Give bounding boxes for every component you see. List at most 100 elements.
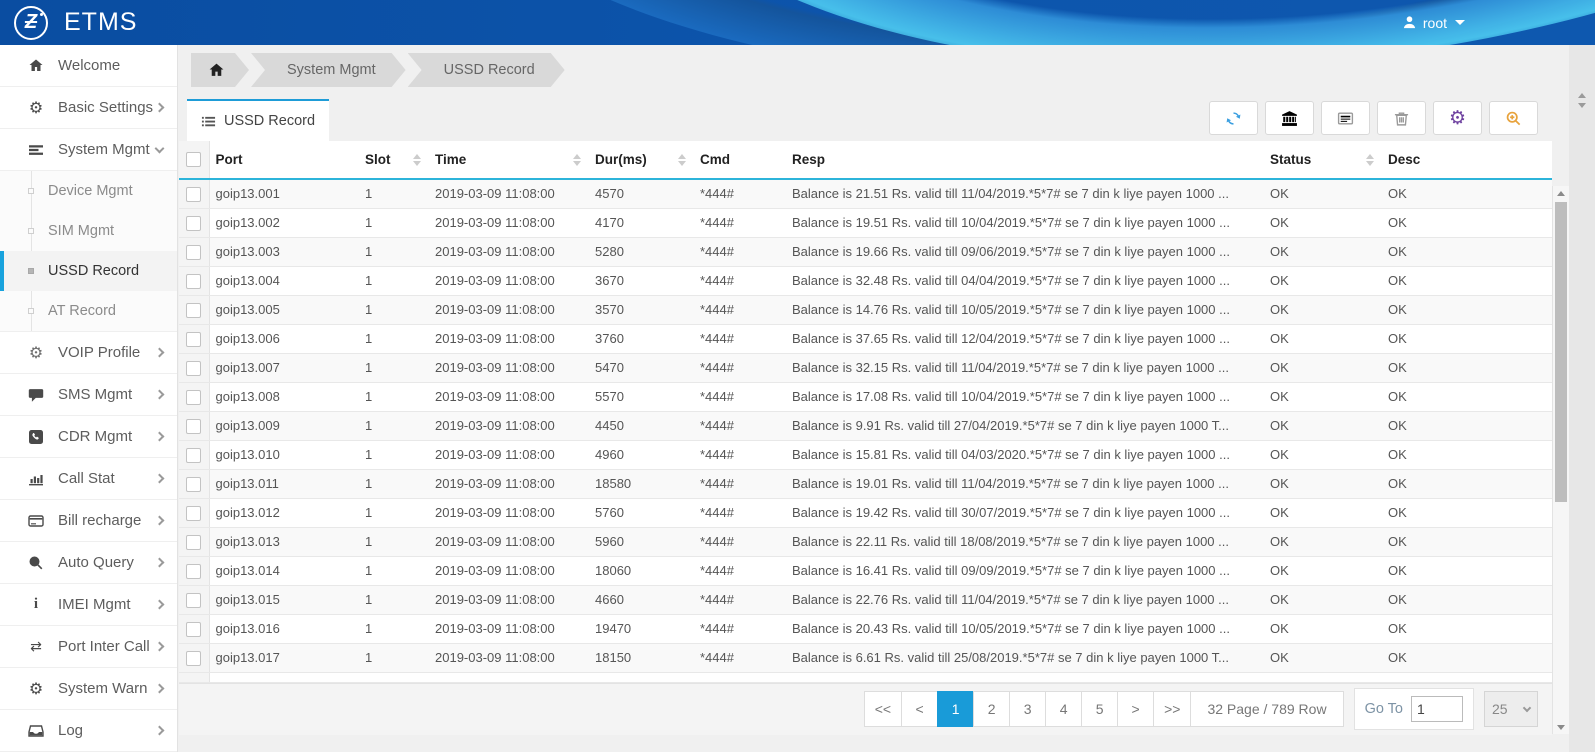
sidebar-item-at-record[interactable]: AT Record [0, 291, 177, 331]
page-button-4[interactable]: 4 [1045, 691, 1083, 727]
table-scrollbar[interactable] [1552, 186, 1569, 734]
cell-slot: 1 [359, 498, 429, 528]
prev-page-button[interactable]: < [901, 691, 939, 727]
row-checkbox[interactable] [186, 215, 202, 231]
sidebar-item-sim-mgmt[interactable]: SIM Mgmt [0, 211, 177, 251]
cell-status: OK [1264, 237, 1382, 267]
table-row: goip13.010 1 2019-03-09 11:08:00 4960 *444# B… [179, 440, 1552, 470]
page-size-select[interactable]: 25 [1484, 691, 1538, 727]
row-checkbox[interactable] [186, 273, 202, 289]
sidebar-item-welcome[interactable]: Welcome [0, 45, 177, 87]
sort-icon[interactable] [573, 153, 581, 166]
sidebar-item-auto-query[interactable]: Auto Query [0, 542, 177, 584]
page-button-3[interactable]: 3 [1009, 691, 1047, 727]
first-page-button[interactable]: << [863, 691, 903, 727]
sidebar-item-voip-profile[interactable]: ⚙ VOIP Profile [0, 332, 177, 374]
cell-port: goip13.011 [209, 469, 359, 499]
row-checkbox[interactable] [186, 476, 202, 492]
breadcrumb-home[interactable] [191, 53, 249, 87]
sidebar-item-system-warn[interactable]: ⚙ System Warn [0, 668, 177, 710]
user-menu[interactable]: root [1402, 0, 1465, 45]
sidebar-item-system-mgmt[interactable]: System Mgmt [0, 129, 177, 171]
column-header-status[interactable]: Status [1264, 141, 1382, 180]
credit-card-icon [26, 513, 46, 529]
row-checkbox[interactable] [186, 360, 202, 376]
cell-cmd: *444# [694, 208, 786, 238]
cell-resp: Balance is 21.51 Rs. valid till 11/04/20… [786, 179, 1264, 209]
row-checkbox[interactable] [186, 650, 202, 666]
cell-resp: Balance is 32.15 Rs. valid till 11/04/20… [786, 353, 1264, 383]
row-checkbox-cell [179, 382, 210, 412]
sidebar-item-imei-mgmt[interactable]: i IMEI Mgmt [0, 584, 177, 626]
goto-label: Go To [1364, 701, 1403, 717]
row-checkbox[interactable] [186, 621, 202, 637]
chevron-right-icon [154, 347, 165, 358]
sidebar-item-call-stat[interactable]: Call Stat [0, 458, 177, 500]
row-checkbox[interactable] [186, 302, 202, 318]
page-button-5[interactable]: 5 [1081, 691, 1119, 727]
sidebar-item-device-mgmt[interactable]: Device Mgmt [0, 171, 177, 211]
bar-chart-icon [26, 471, 46, 487]
scroll-down-arrow-icon[interactable] [1578, 103, 1586, 108]
sidebar-nav: Welcome ⚙ Basic Settings System Mgmt Device … [0, 45, 178, 752]
scroll-up-arrow-icon[interactable] [1553, 186, 1569, 200]
row-checkbox[interactable] [186, 563, 202, 579]
refresh-button[interactable] [1209, 101, 1258, 135]
row-checkbox[interactable] [186, 505, 202, 521]
goto-page-input[interactable] [1411, 696, 1463, 722]
cell-status: OK [1264, 208, 1382, 238]
last-page-button[interactable]: >> [1153, 691, 1192, 727]
page-button-2[interactable]: 2 [973, 691, 1011, 727]
sidebar-item-sms-mgmt[interactable]: SMS Mgmt [0, 374, 177, 416]
column-header-resp: Resp [786, 141, 1264, 180]
sort-icon[interactable] [678, 153, 686, 166]
scroll-up-arrow-icon[interactable] [1578, 93, 1586, 98]
cell-time: 2019-03-09 11:08:00 [429, 208, 589, 238]
settings-button[interactable]: ⚙ [1433, 101, 1482, 135]
cell-dur: 18150 [589, 643, 694, 673]
page-scrollbar[interactable] [1569, 45, 1595, 752]
row-checkbox[interactable] [186, 389, 202, 405]
cell-port: goip13.004 [209, 266, 359, 296]
search-button[interactable] [1489, 101, 1538, 135]
toolbar: ⚙ [1209, 101, 1538, 135]
sidebar-item-bill-recharge[interactable]: Bill recharge [0, 500, 177, 542]
column-header-time[interactable]: Time [429, 141, 589, 180]
cell-cmd: *444# [694, 556, 786, 586]
cell-port: goip13.010 [209, 440, 359, 470]
row-checkbox[interactable] [186, 534, 202, 550]
cell-desc: OK [1382, 556, 1552, 586]
sidebar-item-log[interactable]: Log [0, 710, 177, 752]
sidebar-item-port-inter-call[interactable]: ⇄ Port Inter Call [0, 626, 177, 668]
next-page-button[interactable]: > [1117, 691, 1155, 727]
cell-status: OK [1264, 440, 1382, 470]
card-view-button[interactable] [1321, 101, 1370, 135]
bank-button[interactable] [1265, 101, 1314, 135]
delete-button[interactable] [1377, 101, 1426, 135]
row-checkbox[interactable] [186, 447, 202, 463]
select-all-checkbox[interactable] [186, 152, 202, 168]
column-header-slot[interactable]: Slot [359, 141, 429, 180]
cell-cmd: *444# [694, 440, 786, 470]
row-checkbox[interactable] [186, 331, 202, 347]
scrollbar-thumb[interactable] [1555, 202, 1567, 502]
cell-desc: OK [1382, 440, 1552, 470]
breadcrumb-item-ussd-record[interactable]: USSD Record [408, 53, 565, 87]
breadcrumb-item-system-mgmt[interactable]: System Mgmt [251, 53, 406, 87]
row-checkbox[interactable] [186, 418, 202, 434]
row-checkbox[interactable] [186, 244, 202, 260]
row-checkbox[interactable] [186, 592, 202, 608]
cell-slot: 1 [359, 179, 429, 209]
sidebar-item-cdr-mgmt[interactable]: CDR Mgmt [0, 416, 177, 458]
row-checkbox[interactable] [186, 186, 202, 202]
sidebar-item-basic-settings[interactable]: ⚙ Basic Settings [0, 87, 177, 129]
home-icon [208, 62, 225, 79]
sort-icon[interactable] [413, 153, 421, 166]
column-header-dur-ms[interactable]: Dur(ms) [589, 141, 694, 180]
sort-icon[interactable] [1366, 153, 1374, 166]
swap-icon: ⇄ [30, 638, 42, 655]
sidebar-item-ussd-record[interactable]: USSD Record [0, 251, 177, 291]
tab-ussd-record[interactable]: USSD Record [187, 99, 329, 141]
page-button-1[interactable]: 1 [937, 691, 975, 727]
cell-slot: 1 [359, 527, 429, 557]
